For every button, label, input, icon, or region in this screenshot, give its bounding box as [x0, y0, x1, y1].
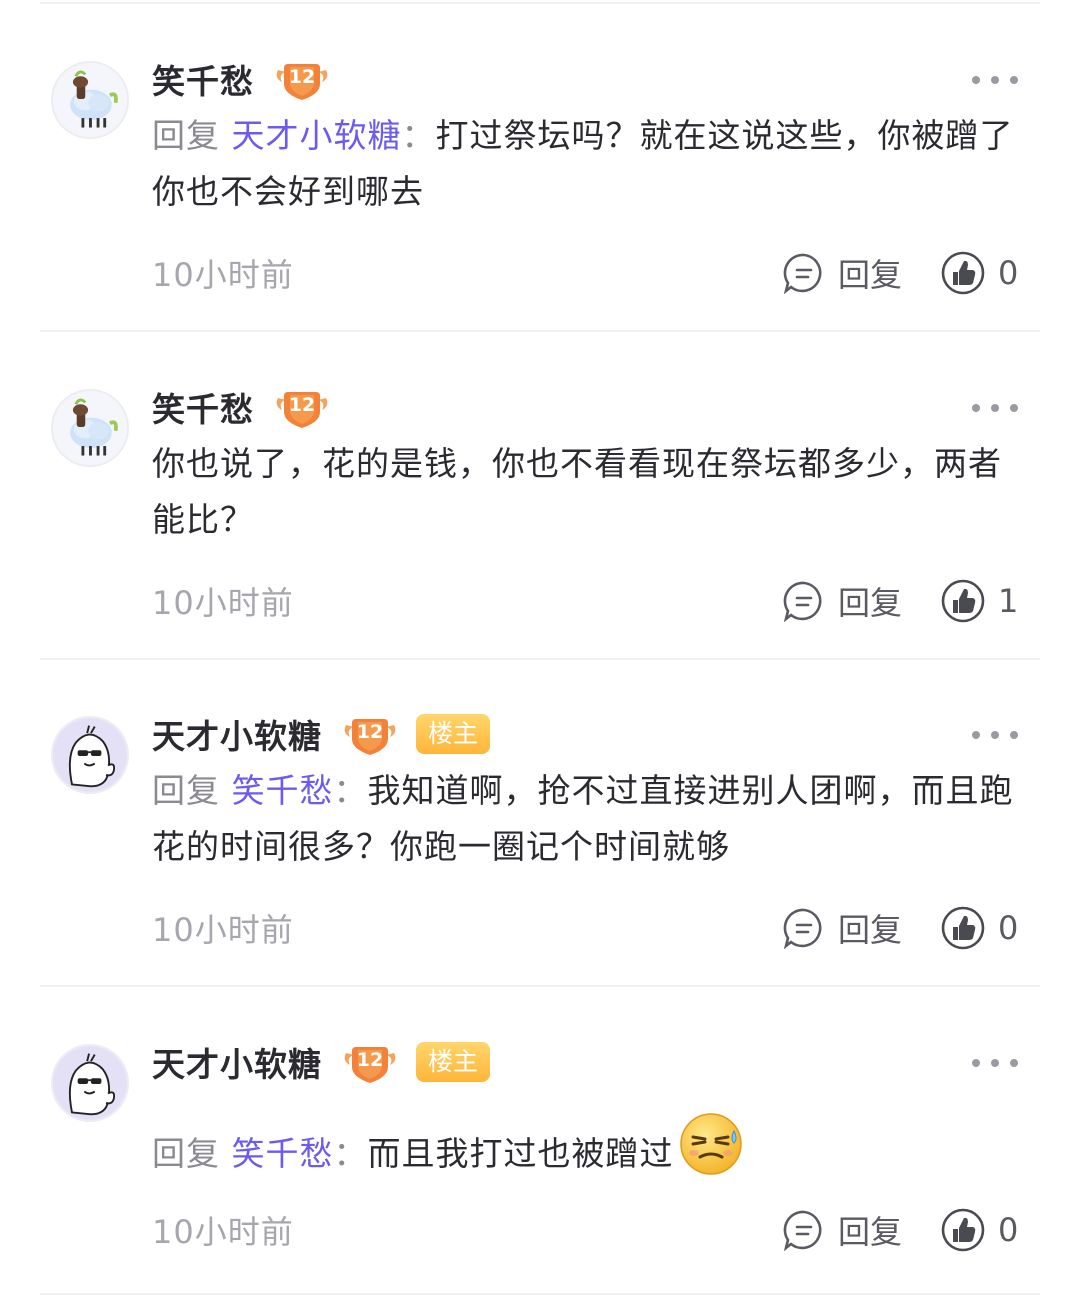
host-badge: 楼主 [416, 1042, 491, 1082]
like-button[interactable]: 0 [940, 250, 1020, 296]
timestamp: 10小时前 [152, 911, 294, 949]
mention-link[interactable]: 笑千愁 [232, 771, 334, 810]
level-badge: 12 [342, 711, 398, 757]
timestamp: 10小时前 [152, 584, 294, 622]
comment-icon [783, 908, 822, 950]
comment-content: 回复 天才小软糖：打过祭坛吗？就在这说这些，你被蹭了你也不会好到哪去 [152, 116, 1014, 211]
like-button[interactable]: 0 [940, 905, 1020, 951]
mention-link[interactable]: 天才小软糖 [232, 116, 402, 155]
sheep-avatar[interactable] [51, 61, 129, 139]
comment-list: 笑千愁 12 回复 天才小软糖：打过祭坛吗？就在这说这些，你被蹭了你也不会好到哪… [0, 0, 1080, 1298]
host-badge: 楼主 [416, 714, 491, 754]
timestamp: 10小时前 [152, 256, 294, 294]
divider [40, 1293, 1040, 1295]
more-icon[interactable] [972, 70, 1018, 90]
comment-item: 天才小软糖 12 楼主 回复 笑千愁：我知道啊，抢不过直接进别人团啊，而且跑花的… [0, 659, 1080, 987]
thumbs-up-icon [941, 579, 985, 623]
sweat-smile-emoji [678, 1111, 744, 1177]
comment-content: 回复 笑千愁：我知道啊，抢不过直接进别人团啊，而且跑花的时间很多？你跑一圈记个时… [152, 771, 1014, 866]
comment-icon [783, 581, 822, 623]
comment-icon [783, 1210, 822, 1252]
comment-item: 天才小软糖 12 楼主 回复 笑千愁：而且我打过也被蹭过 10小时前 回复 0 [0, 987, 1080, 1295]
username[interactable]: 天才小软糖 [152, 710, 322, 758]
level-badge: 12 [274, 384, 330, 430]
comment-item: 笑千愁 12 你也说了，花的是钱，你也不看看现在祭坛都多少，两者能比？ 10小时… [0, 332, 1080, 660]
like-button[interactable]: 1 [940, 578, 1020, 624]
username[interactable]: 天才小软糖 [152, 1038, 322, 1086]
comment-item: 笑千愁 12 回复 天才小软糖：打过祭坛吗？就在这说这些，你被蹭了你也不会好到哪… [0, 4, 1080, 332]
ghost-sunglasses-avatar[interactable] [51, 716, 129, 794]
like-count: 0 [998, 909, 1019, 947]
ghost-sunglasses-avatar[interactable] [51, 1044, 129, 1122]
more-icon[interactable] [972, 1053, 1018, 1073]
reply-button[interactable]: 回复 [782, 250, 902, 296]
level-badge: 12 [274, 56, 330, 102]
mention-link[interactable]: 笑千愁 [232, 1134, 334, 1173]
reply-button[interactable]: 回复 [782, 905, 902, 951]
comment-icon [783, 253, 822, 295]
comment-content: 你也说了，花的是钱，你也不看看现在祭坛都多少，两者能比？ [152, 444, 1002, 539]
reply-button[interactable]: 回复 [782, 578, 902, 624]
timestamp: 10小时前 [152, 1213, 294, 1251]
like-count: 0 [998, 254, 1019, 292]
like-count: 1 [998, 582, 1019, 620]
more-icon[interactable] [972, 398, 1018, 418]
like-count: 0 [998, 1211, 1019, 1249]
username[interactable]: 笑千愁 [152, 383, 254, 431]
reply-button[interactable]: 回复 [782, 1207, 902, 1253]
username[interactable]: 笑千愁 [152, 55, 254, 103]
like-button[interactable]: 0 [940, 1207, 1020, 1253]
level-badge: 12 [342, 1039, 398, 1085]
comment-content: 回复 笑千愁：而且我打过也被蹭过 [152, 1111, 1032, 1182]
sheep-avatar[interactable] [51, 389, 129, 467]
more-icon[interactable] [972, 725, 1018, 745]
thumbs-up-icon [941, 1208, 985, 1252]
thumbs-up-icon [941, 251, 985, 295]
thumbs-up-icon [941, 906, 985, 950]
